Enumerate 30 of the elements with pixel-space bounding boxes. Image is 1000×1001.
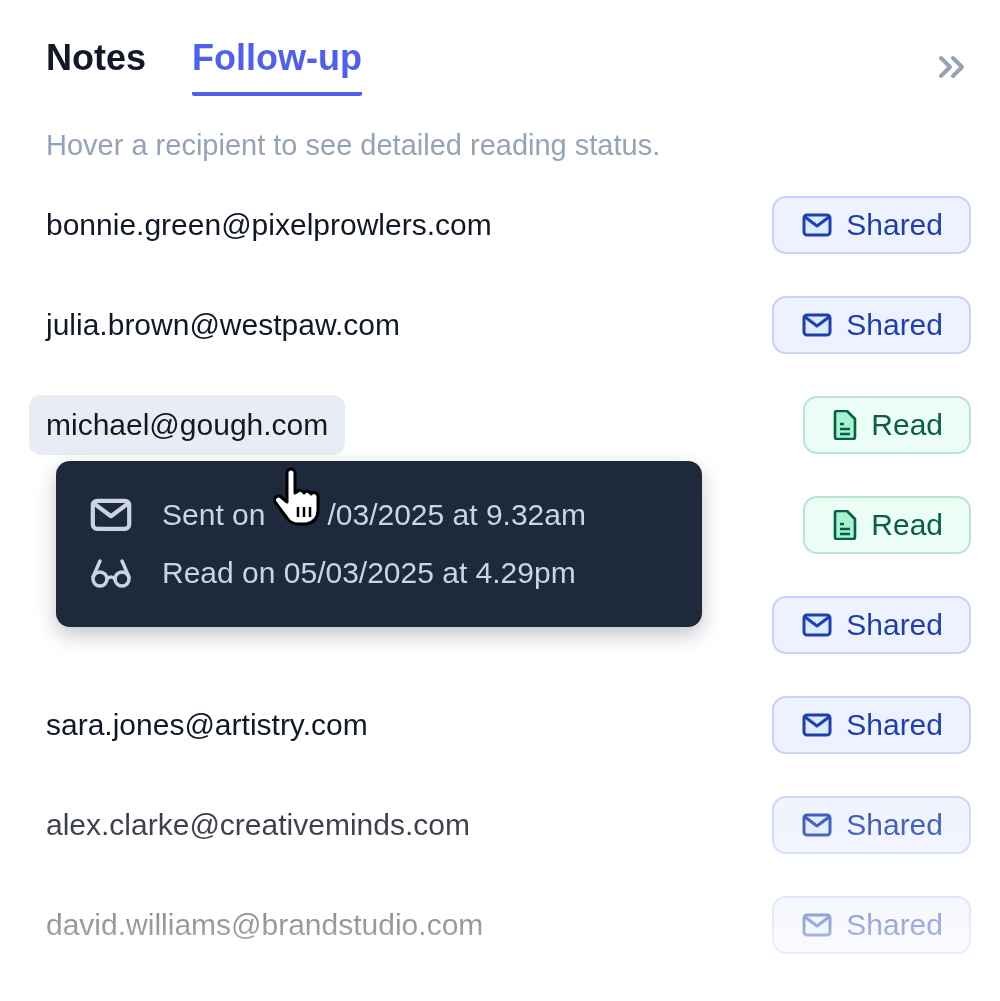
recipient-email[interactable]: julia.brown@westpaw.com: [29, 295, 417, 355]
double-chevron-icon: [937, 54, 967, 80]
envelope-icon: [802, 313, 833, 337]
document-icon: [833, 510, 858, 540]
hint-text: Hover a recipient to see detailed reading status.: [46, 128, 662, 163]
glasses-icon: [90, 558, 132, 588]
tooltip-text: /03/2025 at 9.32am: [327, 497, 586, 533]
status-badge: Shared: [772, 596, 971, 654]
envelope-icon: [90, 498, 132, 532]
tab[interactable]: Follow-up: [192, 38, 362, 96]
status-badge: Read: [803, 496, 971, 554]
status-badge: Shared: [772, 196, 971, 254]
status-badge: Shared: [772, 896, 971, 954]
envelope-icon: [802, 213, 833, 237]
envelope-icon: [802, 813, 833, 837]
recipient-email[interactable]: alex.clarke@creativeminds.com: [29, 795, 487, 855]
tooltip-text: Read on 05/03/2025 at 4.29pm: [162, 555, 576, 591]
status-badge: Shared: [772, 296, 971, 354]
envelope-icon: [802, 913, 833, 937]
tab[interactable]: Notes: [46, 38, 147, 96]
status-badge: Shared: [772, 796, 971, 854]
recipient-email[interactable]: michael@gough.com: [29, 395, 346, 455]
envelope-icon: [802, 613, 833, 637]
document-icon: [833, 410, 858, 440]
recipient-email[interactable]: bonnie.green@pixelprowlers.com: [29, 195, 509, 255]
recipient-email[interactable]: sara.jones@artistry.com: [29, 695, 385, 755]
status-badge: Shared: [772, 696, 971, 754]
tooltip-text: Sent on: [162, 497, 266, 533]
status-badge: Read: [803, 396, 971, 454]
envelope-icon: [802, 713, 833, 737]
